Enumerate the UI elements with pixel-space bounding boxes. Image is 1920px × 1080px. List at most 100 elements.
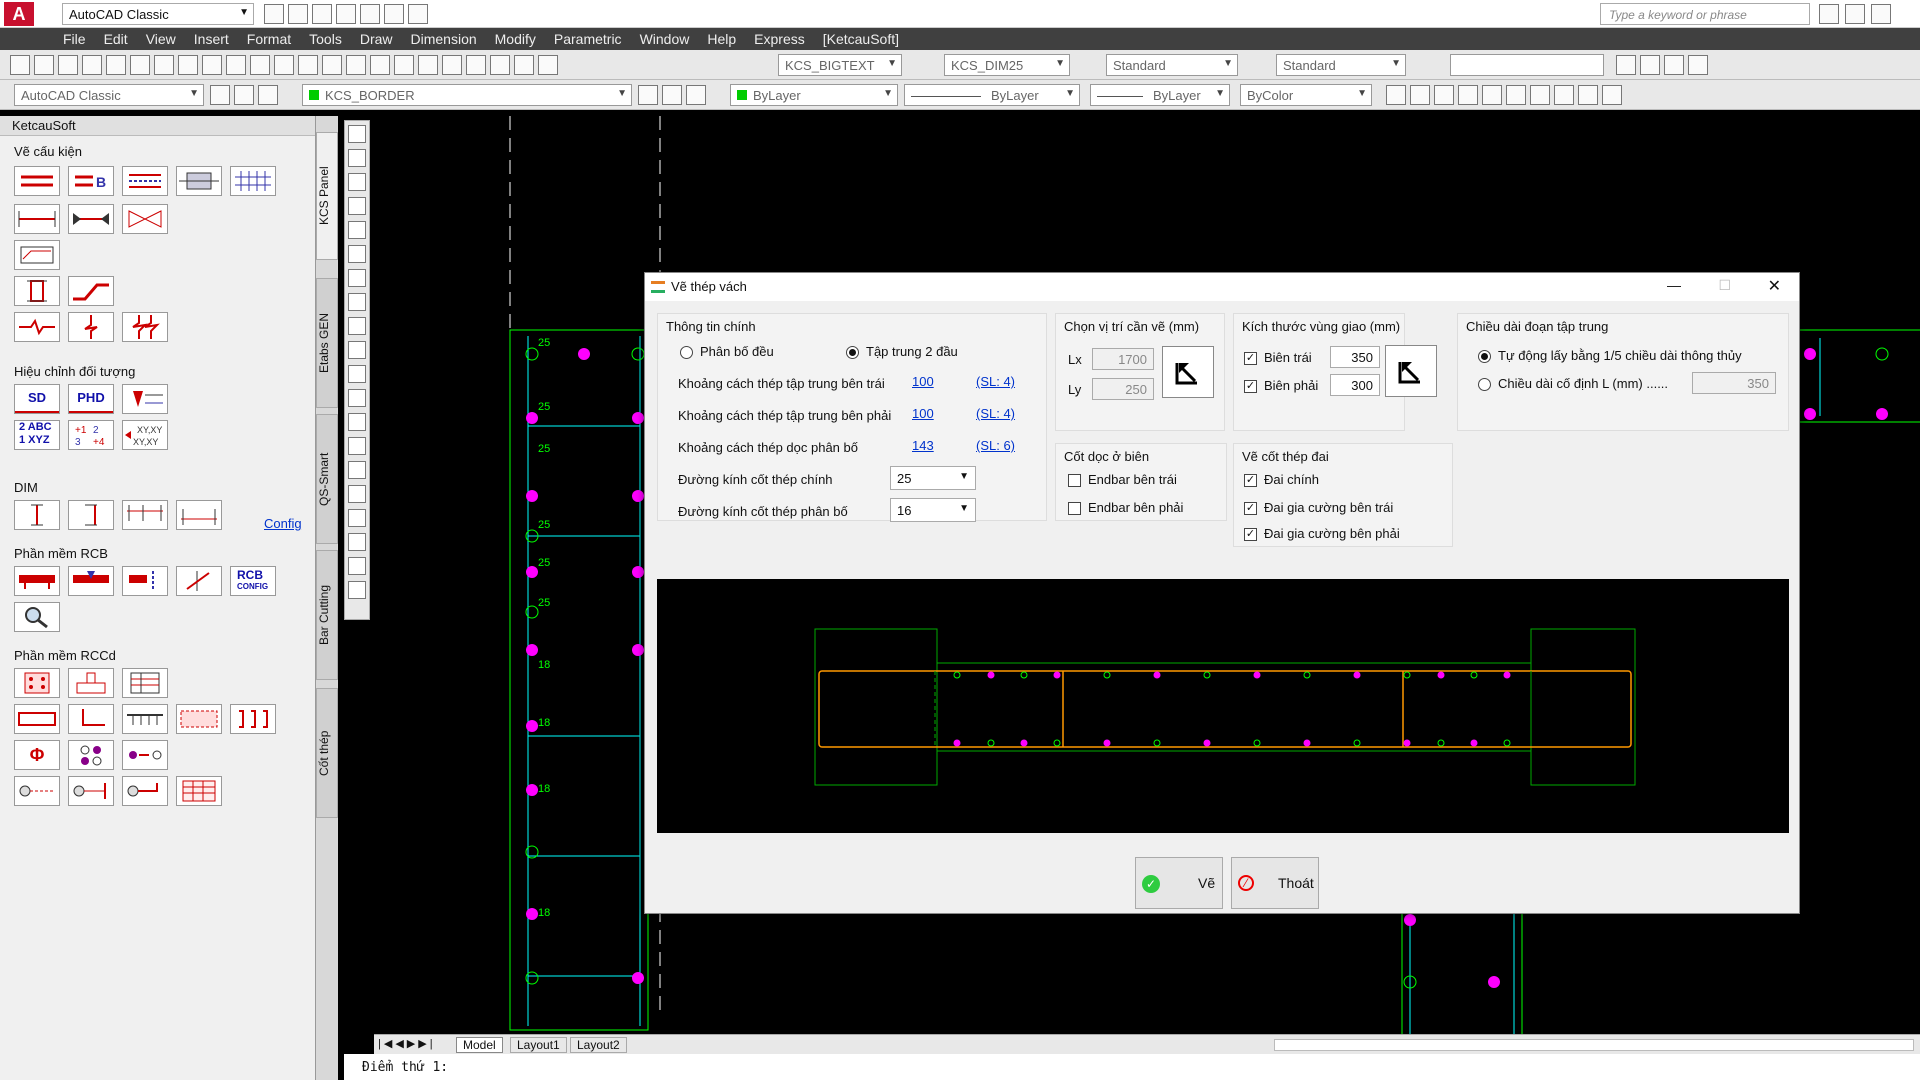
number-edit-button[interactable]: +1 2 3 +4 xyxy=(68,420,114,450)
count-dist-link[interactable]: (SL: 6) xyxy=(976,438,1015,453)
horizontal-scrollbar[interactable] xyxy=(1274,1039,1914,1051)
radio-fixed-length[interactable] xyxy=(1478,378,1491,391)
column-tool-button[interactable] xyxy=(14,276,60,306)
tool-icon[interactable] xyxy=(1482,85,1502,105)
config-link[interactable]: Config xyxy=(264,516,302,531)
bien-trai-input[interactable]: 350 xyxy=(1330,346,1380,368)
tool-icon[interactable] xyxy=(662,85,682,105)
xy-edit-button[interactable]: XY,XY XY,XY xyxy=(122,420,168,450)
menu-file[interactable]: File xyxy=(54,28,95,47)
rccd-stirrups-button[interactable] xyxy=(230,704,276,734)
copy-icon[interactable] xyxy=(178,55,198,75)
checkbox-endbar-trai[interactable] xyxy=(1068,474,1081,487)
tab-layout2[interactable]: Layout2 xyxy=(570,1037,627,1053)
tab-nav-arrows[interactable]: |◀◀▶▶| xyxy=(378,1037,436,1050)
hatch-icon[interactable] xyxy=(348,461,366,479)
lx-input[interactable]: 1700 xyxy=(1092,348,1154,370)
menu-format[interactable]: Format xyxy=(238,28,300,47)
saveas-icon[interactable] xyxy=(336,4,356,24)
spacing-dist-link[interactable]: 143 xyxy=(912,438,934,453)
menu-window[interactable]: Window xyxy=(631,28,699,47)
text-style-icon[interactable] xyxy=(538,55,558,75)
tool-icon[interactable] xyxy=(1410,85,1430,105)
checkbox-bien-phai[interactable]: ✓ xyxy=(1244,380,1257,393)
rcb-config-button[interactable]: RCB CONFIG xyxy=(230,566,276,596)
sd-button[interactable]: SD xyxy=(14,384,60,414)
tool-icon[interactable] xyxy=(1458,85,1478,105)
tab-kcs-panel[interactable]: KCS Panel xyxy=(316,132,338,260)
wall-b-tool-button[interactable]: B xyxy=(68,166,114,196)
save-icon[interactable] xyxy=(312,4,332,24)
slab-tool-button[interactable] xyxy=(176,166,222,196)
polyline-icon[interactable] xyxy=(348,173,366,191)
rccd-dim3-button[interactable] xyxy=(122,776,168,806)
lineweight-select[interactable]: ByLayer ▼ xyxy=(1090,84,1230,106)
table-icon[interactable] xyxy=(348,533,366,551)
linetype-select[interactable]: ByLayer ▼ xyxy=(904,84,1080,106)
preview-icon[interactable] xyxy=(106,55,126,75)
tool-icon[interactable] xyxy=(1664,55,1684,75)
text-style-select[interactable]: KCS_BIGTEXT ▼ xyxy=(778,54,902,76)
count-left-link[interactable]: (SL: 4) xyxy=(976,374,1015,389)
tool-icon[interactable] xyxy=(1602,85,1622,105)
redo-icon[interactable] xyxy=(274,55,294,75)
tab-cot-thep[interactable]: Cốt thép xyxy=(316,688,338,818)
zoom-prev-icon[interactable] xyxy=(370,55,390,75)
tool-icon[interactable] xyxy=(1554,85,1574,105)
checkbox-dai-chinh[interactable]: ✓ xyxy=(1244,474,1257,487)
pan-icon[interactable] xyxy=(298,55,318,75)
menu-view[interactable]: View xyxy=(137,28,185,47)
arc-icon[interactable] xyxy=(348,245,366,263)
double-break-tool-button[interactable] xyxy=(122,312,168,342)
ly-input[interactable]: 250 xyxy=(1092,378,1154,400)
rccd-foundation-button[interactable] xyxy=(68,668,114,698)
autocad-logo-icon[interactable]: A xyxy=(4,2,34,26)
bend-tool-button[interactable] xyxy=(68,276,114,306)
construction-line-icon[interactable] xyxy=(348,149,366,167)
menu-parametric[interactable]: Parametric xyxy=(545,28,631,47)
cut-icon[interactable] xyxy=(154,55,174,75)
checkbox-dai-phai[interactable]: ✓ xyxy=(1244,528,1257,541)
rcb-edit-button[interactable] xyxy=(176,566,222,596)
pick-position-button[interactable] xyxy=(1162,346,1214,398)
redo-icon[interactable] xyxy=(384,4,404,24)
gradient-icon[interactable] xyxy=(348,485,366,503)
insert-block-icon[interactable] xyxy=(348,389,366,407)
rccd-grid-button[interactable] xyxy=(122,704,168,734)
properties-icon[interactable] xyxy=(394,55,414,75)
main-diameter-select[interactable]: 25 ▼ xyxy=(890,466,976,490)
color-select[interactable]: ByLayer ▼ xyxy=(730,84,898,106)
rccd-dim2-button[interactable] xyxy=(68,776,114,806)
rccd-dim-button[interactable] xyxy=(14,776,60,806)
count-right-link[interactable]: (SL: 4) xyxy=(976,406,1015,421)
layer-select[interactable]: KCS_BORDER ▼ xyxy=(302,84,632,106)
spacing-left-link[interactable]: 100 xyxy=(912,374,934,389)
section2-tool-button[interactable] xyxy=(68,204,114,234)
new-icon[interactable] xyxy=(10,55,30,75)
rccd-bar-arrow-button[interactable] xyxy=(122,740,168,770)
section3-tool-button[interactable] xyxy=(122,204,168,234)
point-icon[interactable] xyxy=(348,437,366,455)
palettes-icon[interactable] xyxy=(442,55,462,75)
search-input[interactable]: Type a keyword or phrase xyxy=(1600,3,1810,25)
menu-edit[interactable]: Edit xyxy=(95,28,137,47)
dim-vertical-button[interactable] xyxy=(14,500,60,530)
maximize-icon[interactable]: ☐ xyxy=(1718,277,1731,294)
plotstyle-select[interactable]: ByColor ▼ xyxy=(1240,84,1372,106)
rccd-table-button[interactable] xyxy=(122,668,168,698)
tools-icon[interactable] xyxy=(1845,4,1865,24)
sheet-icon[interactable] xyxy=(466,55,486,75)
fixed-length-input[interactable]: 350 xyxy=(1692,372,1776,394)
close-icon[interactable]: ✕ xyxy=(1768,276,1781,296)
table-style-select[interactable]: Standard ▼ xyxy=(1106,54,1238,76)
rcb-column-button[interactable] xyxy=(122,566,168,596)
tool-icon[interactable] xyxy=(1640,55,1660,75)
grid-tool-button[interactable] xyxy=(230,166,276,196)
abc-xyz-button[interactable]: 2 ABC 1 XYZ xyxy=(14,420,60,450)
menu-draw[interactable]: Draw xyxy=(351,28,402,47)
ellipse-arc-icon[interactable] xyxy=(348,365,366,383)
dist-diameter-select[interactable]: 16 ▼ xyxy=(890,498,976,522)
new-icon[interactable] xyxy=(264,4,284,24)
add-selected-icon[interactable] xyxy=(348,581,366,599)
draw-button[interactable]: ✓ Vẽ xyxy=(1135,857,1223,909)
